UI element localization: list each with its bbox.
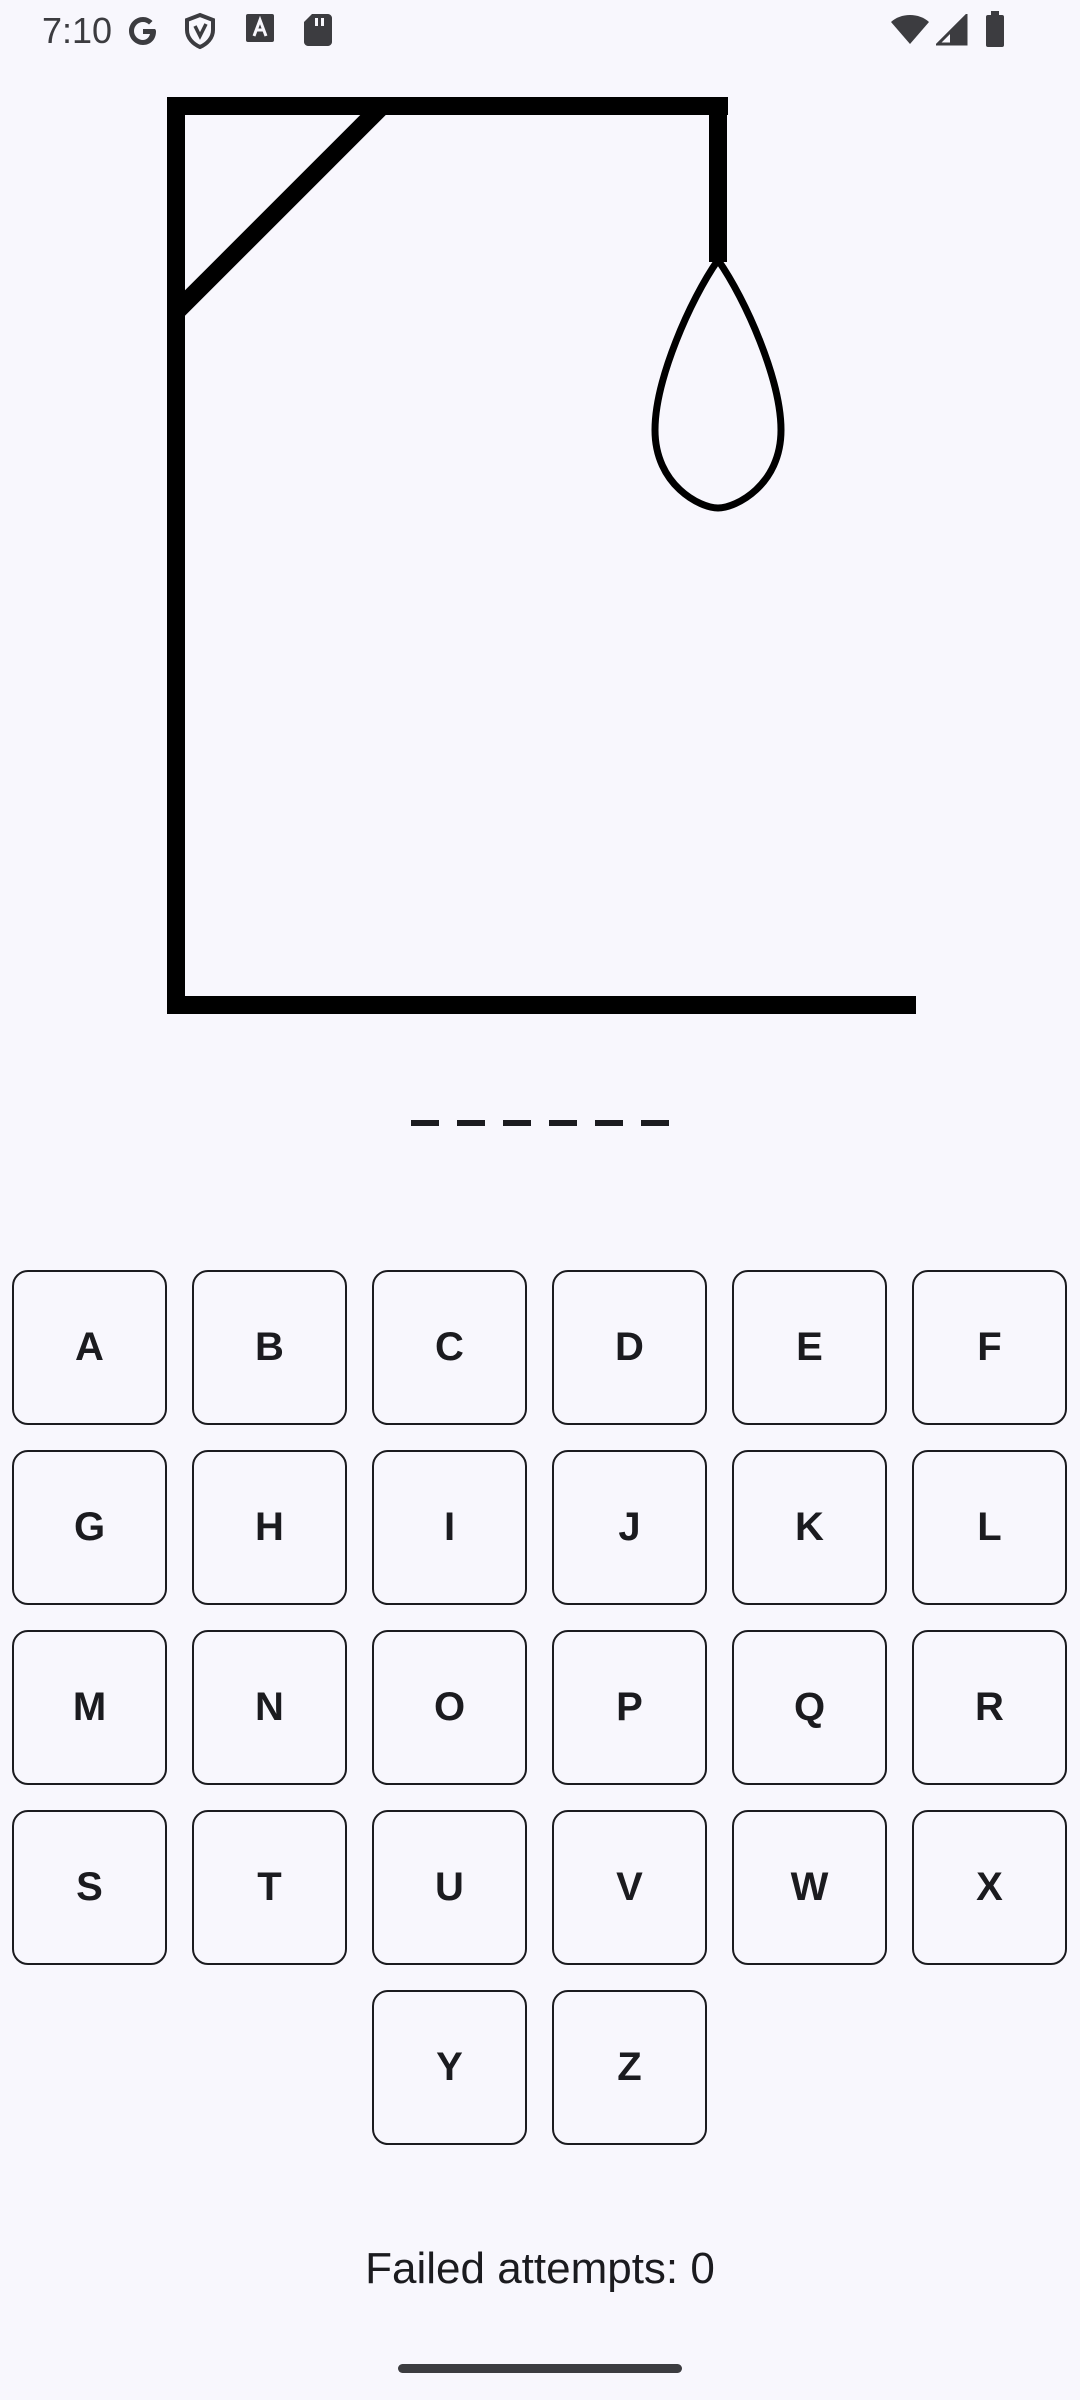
letter-button-u[interactable]: U	[372, 1810, 527, 1965]
letter-button-w[interactable]: W	[732, 1810, 887, 1965]
letter-button-s[interactable]: S	[12, 1810, 167, 1965]
letter-button-t[interactable]: T	[192, 1810, 347, 1965]
failed-attempts-label: Failed attempts: 0	[365, 2244, 715, 2293]
gallows-frame	[167, 97, 916, 1014]
letter-button-i[interactable]: I	[372, 1450, 527, 1605]
word-letter-slot	[595, 1120, 623, 1126]
word-letter-slot	[457, 1120, 485, 1126]
word-letter-slot	[503, 1120, 531, 1126]
letter-button-r[interactable]: R	[912, 1630, 1067, 1785]
letter-button-d[interactable]: D	[552, 1270, 707, 1425]
hidden-word	[0, 1120, 1080, 1126]
word-letter-slot	[641, 1120, 669, 1126]
word-letter-slot	[411, 1120, 439, 1126]
letter-button-m[interactable]: M	[12, 1630, 167, 1785]
letter-button-c[interactable]: C	[372, 1270, 527, 1425]
hangman-gallows-drawing	[167, 97, 916, 1014]
letter-button-v[interactable]: V	[552, 1810, 707, 1965]
word-letter-slot	[549, 1120, 577, 1126]
letter-button-q[interactable]: Q	[732, 1630, 887, 1785]
letter-button-h[interactable]: H	[192, 1450, 347, 1605]
letter-button-p[interactable]: P	[552, 1630, 707, 1785]
letter-button-g[interactable]: G	[12, 1450, 167, 1605]
noose	[651, 253, 785, 512]
letter-button-b[interactable]: B	[192, 1270, 347, 1425]
letter-button-j[interactable]: J	[552, 1450, 707, 1605]
letter-button-k[interactable]: K	[732, 1450, 887, 1605]
letter-button-x[interactable]: X	[912, 1810, 1067, 1965]
letter-button-l[interactable]: L	[912, 1450, 1067, 1605]
letter-button-f[interactable]: F	[912, 1270, 1067, 1425]
letter-button-n[interactable]: N	[192, 1630, 347, 1785]
navigation-handle[interactable]	[398, 2364, 682, 2373]
letter-button-e[interactable]: E	[732, 1270, 887, 1425]
gallows-brace	[169, 101, 387, 319]
letter-button-z[interactable]: Z	[552, 1990, 707, 2145]
letter-button-y[interactable]: Y	[372, 1990, 527, 2145]
letter-button-o[interactable]: O	[372, 1630, 527, 1785]
letter-button-a[interactable]: A	[12, 1270, 167, 1425]
